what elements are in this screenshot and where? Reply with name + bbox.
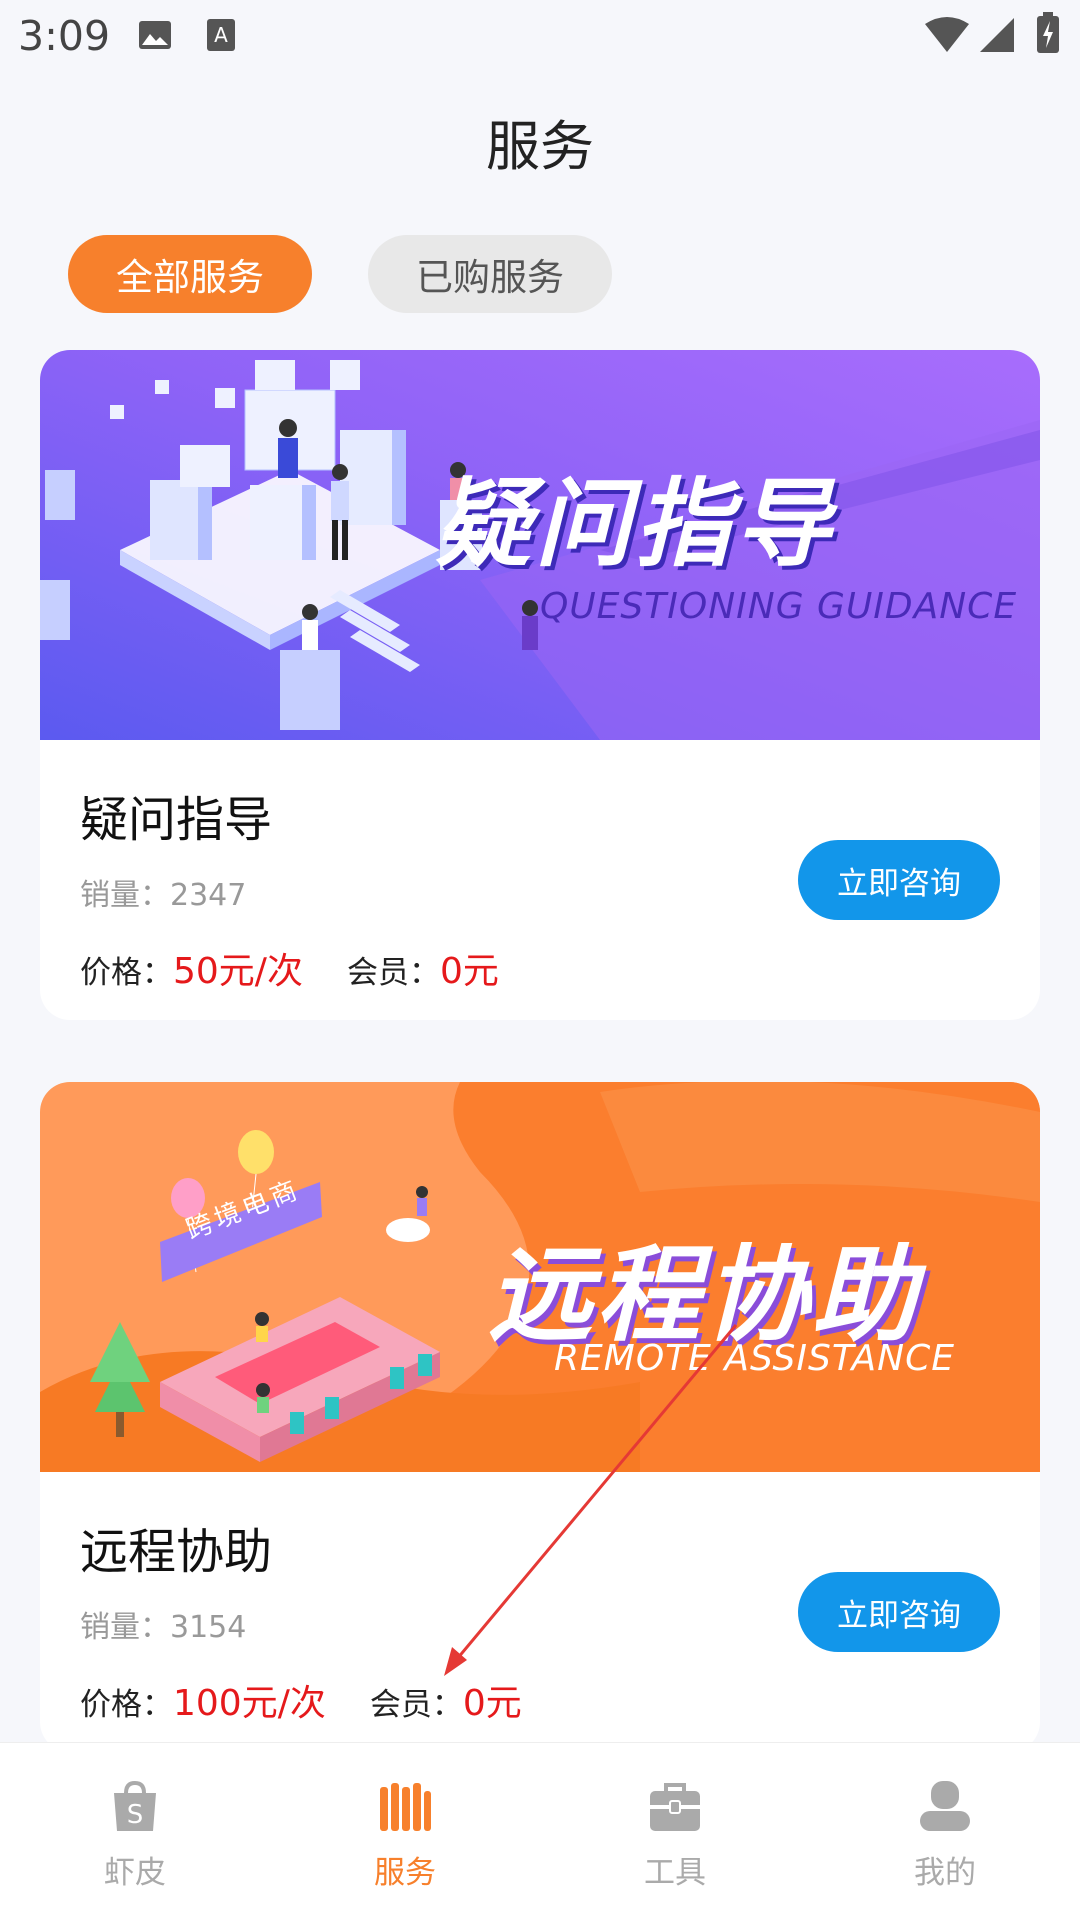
service-banner: 疑问指导 QUESTIONING GUIDANCE [40,350,1040,740]
service-card[interactable]: 跨境电商 远程协助 REMOTE ASSISTANCE 远程协助 销量：3154… [40,1082,1040,1752]
service-name: 疑问指导 [80,792,273,848]
sales-value: 3154 [170,1610,247,1645]
bottom-nav: S 虾皮 服务 工具 我的 [0,1742,1080,1920]
app-screen: 3:09 A 服务 全部服务 已购服务 疑问指导 QUESTIONING GUI… [0,0,1080,1920]
nav-item-mine[interactable]: 我的 [810,1743,1080,1920]
service-banner: 跨境电商 远程协助 REMOTE ASSISTANCE [40,1082,1040,1472]
nav-label: 我的 [914,1855,976,1891]
price-row: 价格：100元/次 会员：0元 [80,1674,522,1726]
banner-subtitle: REMOTE ASSISTANCE [554,1338,955,1379]
page-title: 服务 [486,115,594,178]
banner-title: 疑问指导 [435,468,835,580]
signal-icon [978,16,1016,58]
consult-button[interactable]: 立即咨询 [798,1572,1000,1652]
svg-text:A: A [214,23,228,47]
status-time: 3:09 [18,12,111,60]
shopping-bag-icon: S [108,1779,162,1833]
sales-count: 销量：3154 [80,1602,246,1646]
sales-label: 销量： [80,878,170,913]
price-row: 价格：50元/次 会员：0元 [80,942,499,994]
nav-label: 工具 [644,1855,706,1891]
user-icon [918,1779,972,1833]
sales-value: 2347 [170,878,247,913]
books-icon [378,1779,432,1833]
price-value: 50元/次 [173,951,303,992]
price-label: 价格： [80,1687,173,1723]
member-label: 会员： [369,1687,463,1723]
banner-subtitle: QUESTIONING GUIDANCE [540,586,1018,627]
member-price-value: 0元 [462,1683,522,1724]
consult-button[interactable]: 立即咨询 [798,840,1000,920]
nav-label: 虾皮 [104,1855,166,1891]
battery-charging-icon [1036,12,1060,58]
nav-item-tools[interactable]: 工具 [540,1743,810,1920]
image-icon [138,18,172,56]
tab-purchased-services[interactable]: 已购服务 [368,235,612,313]
toolbox-icon [648,1779,702,1833]
price-label: 价格： [80,955,173,991]
nav-item-services[interactable]: 服务 [270,1743,540,1920]
member-label: 会员： [346,955,440,991]
service-name: 远程协助 [80,1524,273,1580]
svg-text:S: S [127,1800,144,1830]
price-value: 100元/次 [173,1683,326,1724]
status-bar: 3:09 A [0,0,1080,72]
nav-item-shopee[interactable]: S 虾皮 [0,1743,270,1920]
sales-count: 销量：2347 [80,870,246,914]
member-price-value: 0元 [439,951,499,992]
font-a-icon: A [206,18,236,56]
wifi-icon [924,16,970,58]
sales-label: 销量： [80,1610,170,1645]
service-card[interactable]: 疑问指导 QUESTIONING GUIDANCE 疑问指导 销量：2347 价… [40,350,1040,1020]
nav-label: 服务 [374,1855,436,1891]
tab-all-services[interactable]: 全部服务 [68,235,312,313]
